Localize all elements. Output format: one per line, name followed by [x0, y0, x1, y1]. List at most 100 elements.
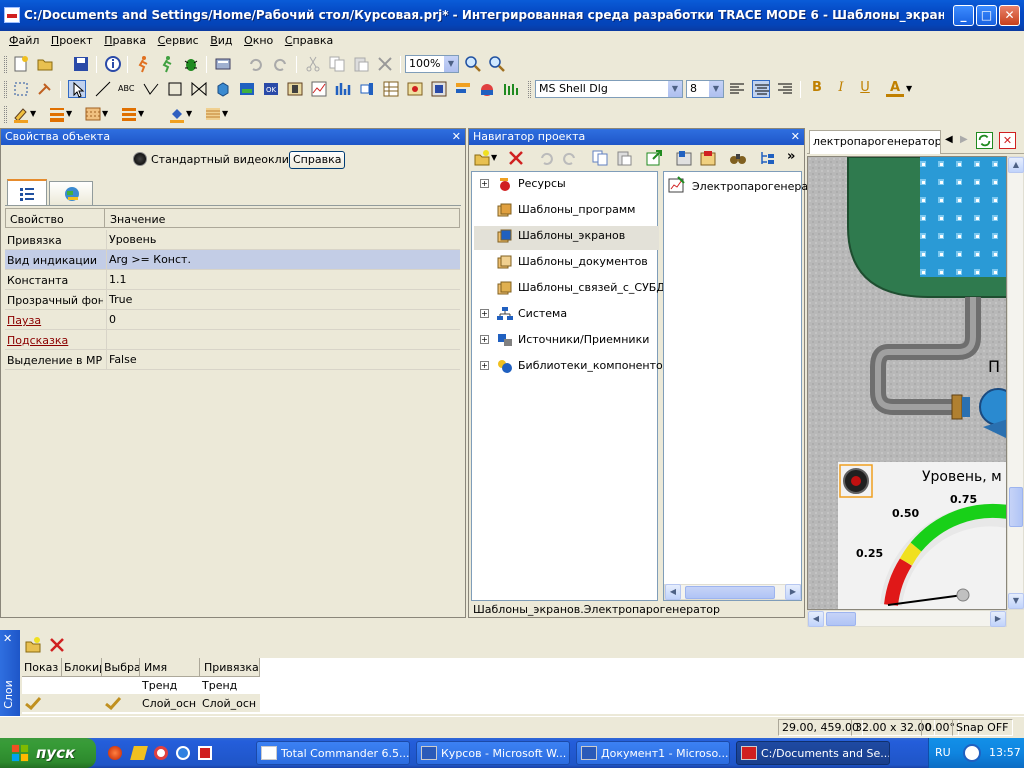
library-icon[interactable]: [699, 149, 717, 167]
help-button[interactable]: Справка: [289, 151, 346, 169]
toolbar-grip[interactable]: [4, 81, 7, 98]
menu-view[interactable]: Вид: [206, 31, 236, 47]
menu-service[interactable]: Сервис: [154, 31, 203, 47]
chevron-down-icon[interactable]: ▼: [491, 149, 499, 167]
scroll-down-icon[interactable]: ▼: [1008, 593, 1024, 609]
checkmark-icon[interactable]: [24, 696, 42, 710]
scroll-left-icon[interactable]: ◀: [808, 611, 824, 627]
tab-animation[interactable]: [49, 181, 93, 205]
col-name[interactable]: Имя: [140, 658, 200, 677]
zoom-in-icon[interactable]: [464, 55, 482, 73]
quicklaunch-media-icon[interactable]: [154, 746, 168, 760]
font-family-select[interactable]: MS Shell Dlg ▼: [535, 80, 683, 98]
chevron-down-icon[interactable]: ▼: [66, 105, 76, 123]
trend-tool-icon[interactable]: [310, 80, 328, 98]
open-icon[interactable]: [36, 55, 54, 73]
chart-tool-icon[interactable]: [334, 80, 352, 98]
line-tool-icon[interactable]: [94, 80, 112, 98]
maximize-button[interactable]: □: [976, 5, 997, 26]
chevron-down-icon[interactable]: ▼: [30, 105, 40, 123]
bold-button[interactable]: B: [808, 80, 826, 98]
scroll-right-icon[interactable]: ▶: [785, 584, 801, 600]
delete-layer-icon[interactable]: [48, 636, 66, 654]
image-tool-icon[interactable]: [238, 80, 256, 98]
valve-tool-icon[interactable]: [190, 80, 208, 98]
properties-icon[interactable]: [675, 149, 693, 167]
text-tool-icon[interactable]: ABC: [118, 80, 136, 98]
col-select[interactable]: Выбра: [102, 658, 140, 677]
app-icon[interactable]: [4, 7, 20, 23]
property-value[interactable]: 1.1: [106, 270, 458, 289]
screen-canvas[interactable]: Уровень, м П 0.25 0.50 0.75: [807, 156, 1007, 610]
italic-button[interactable]: I: [832, 80, 850, 98]
redo-icon[interactable]: [561, 149, 579, 167]
property-value[interactable]: Arg >= Конст.: [106, 250, 458, 269]
language-indicator[interactable]: RU: [935, 746, 951, 759]
polyline-tool-icon[interactable]: [142, 80, 160, 98]
dial-tool-icon[interactable]: [478, 80, 496, 98]
property-value[interactable]: Уровень: [106, 230, 458, 249]
expand-icon[interactable]: +: [480, 335, 489, 344]
col-value[interactable]: Значение: [104, 209, 454, 227]
refresh-icon[interactable]: [976, 132, 993, 149]
layer-row[interactable]: Тренд Тренд: [22, 677, 260, 694]
property-value[interactable]: 0: [106, 310, 458, 329]
indicator-tool-icon[interactable]: [286, 80, 304, 98]
new-object-icon[interactable]: [473, 149, 491, 167]
line-width-icon[interactable]: [48, 105, 66, 123]
table-tool-icon[interactable]: [382, 80, 400, 98]
tab-properties[interactable]: [7, 179, 47, 205]
tree-node-document-templates[interactable]: Шаблоны_документов: [480, 252, 660, 276]
toolbar-grip[interactable]: [4, 56, 7, 73]
col-binding[interactable]: Привязка: [200, 658, 260, 677]
status-snap[interactable]: Snap OFF: [952, 719, 1013, 736]
property-row[interactable]: Выделение в МРВ False: [5, 350, 460, 370]
property-row[interactable]: Константа 1.1: [5, 270, 460, 290]
property-value[interactable]: False: [106, 350, 458, 369]
scroll-up-icon[interactable]: ▲: [1008, 157, 1024, 173]
button-tool-icon[interactable]: [406, 80, 424, 98]
horizontal-scrollbar[interactable]: ◀ ▶: [807, 610, 1007, 627]
link-icon[interactable]: [36, 80, 54, 98]
scrollbar-thumb[interactable]: [826, 612, 856, 626]
menu-file[interactable]: Файл: [5, 31, 43, 47]
property-row[interactable]: Прозрачный фон True: [5, 290, 460, 310]
property-row[interactable]: Пауза 0: [5, 310, 460, 330]
delete-icon[interactable]: [376, 55, 394, 73]
property-value[interactable]: [106, 330, 458, 349]
chevron-down-icon[interactable]: ▼: [708, 81, 723, 97]
chevron-down-icon[interactable]: ▼: [138, 105, 148, 123]
undo-icon[interactable]: [246, 55, 264, 73]
quicklaunch-lightning-icon[interactable]: [130, 746, 148, 760]
tree-node-libraries[interactable]: + Библиотеки_компонентов: [480, 356, 669, 380]
close-icon[interactable]: ✕: [3, 632, 12, 645]
line-color-icon[interactable]: [12, 105, 30, 123]
task-trace-mode[interactable]: C:/Documents and Se...: [736, 741, 890, 765]
underline-button[interactable]: U: [856, 80, 874, 98]
col-lock[interactable]: Блокир: [62, 658, 102, 677]
new-layer-icon[interactable]: [24, 636, 42, 654]
scroll-left-icon[interactable]: ◀: [665, 584, 681, 600]
align-center-icon[interactable]: [752, 80, 770, 98]
scroll-right-icon[interactable]: ▶: [990, 611, 1006, 627]
line-style-icon[interactable]: [120, 105, 138, 123]
vertical-scrollbar[interactable]: ▲ ▼: [1007, 156, 1024, 610]
binoculars-icon[interactable]: [729, 149, 747, 167]
property-row[interactable]: Привязка Уровень: [5, 230, 460, 250]
toolbar-grip[interactable]: [528, 81, 531, 98]
tab-scroll-right-icon[interactable]: ▶: [960, 134, 968, 145]
tab-scroll-left-icon[interactable]: ◀: [945, 134, 953, 145]
expand-icon[interactable]: +: [480, 309, 489, 318]
chevron-down-icon[interactable]: ▼: [186, 105, 196, 123]
run-green-icon[interactable]: [158, 55, 176, 73]
col-show[interactable]: Показ: [22, 658, 62, 677]
expand-icon[interactable]: +: [480, 361, 489, 370]
paste-icon[interactable]: [352, 55, 370, 73]
debug-bug-icon[interactable]: [182, 55, 200, 73]
close-icon[interactable]: ✕: [791, 129, 800, 144]
property-name-link[interactable]: Подсказка: [7, 334, 103, 347]
bar-tool-icon[interactable]: [358, 80, 376, 98]
col-property[interactable]: Свойство: [10, 213, 64, 226]
rectangle-tool-icon[interactable]: [166, 80, 184, 98]
copy-icon[interactable]: [591, 149, 609, 167]
